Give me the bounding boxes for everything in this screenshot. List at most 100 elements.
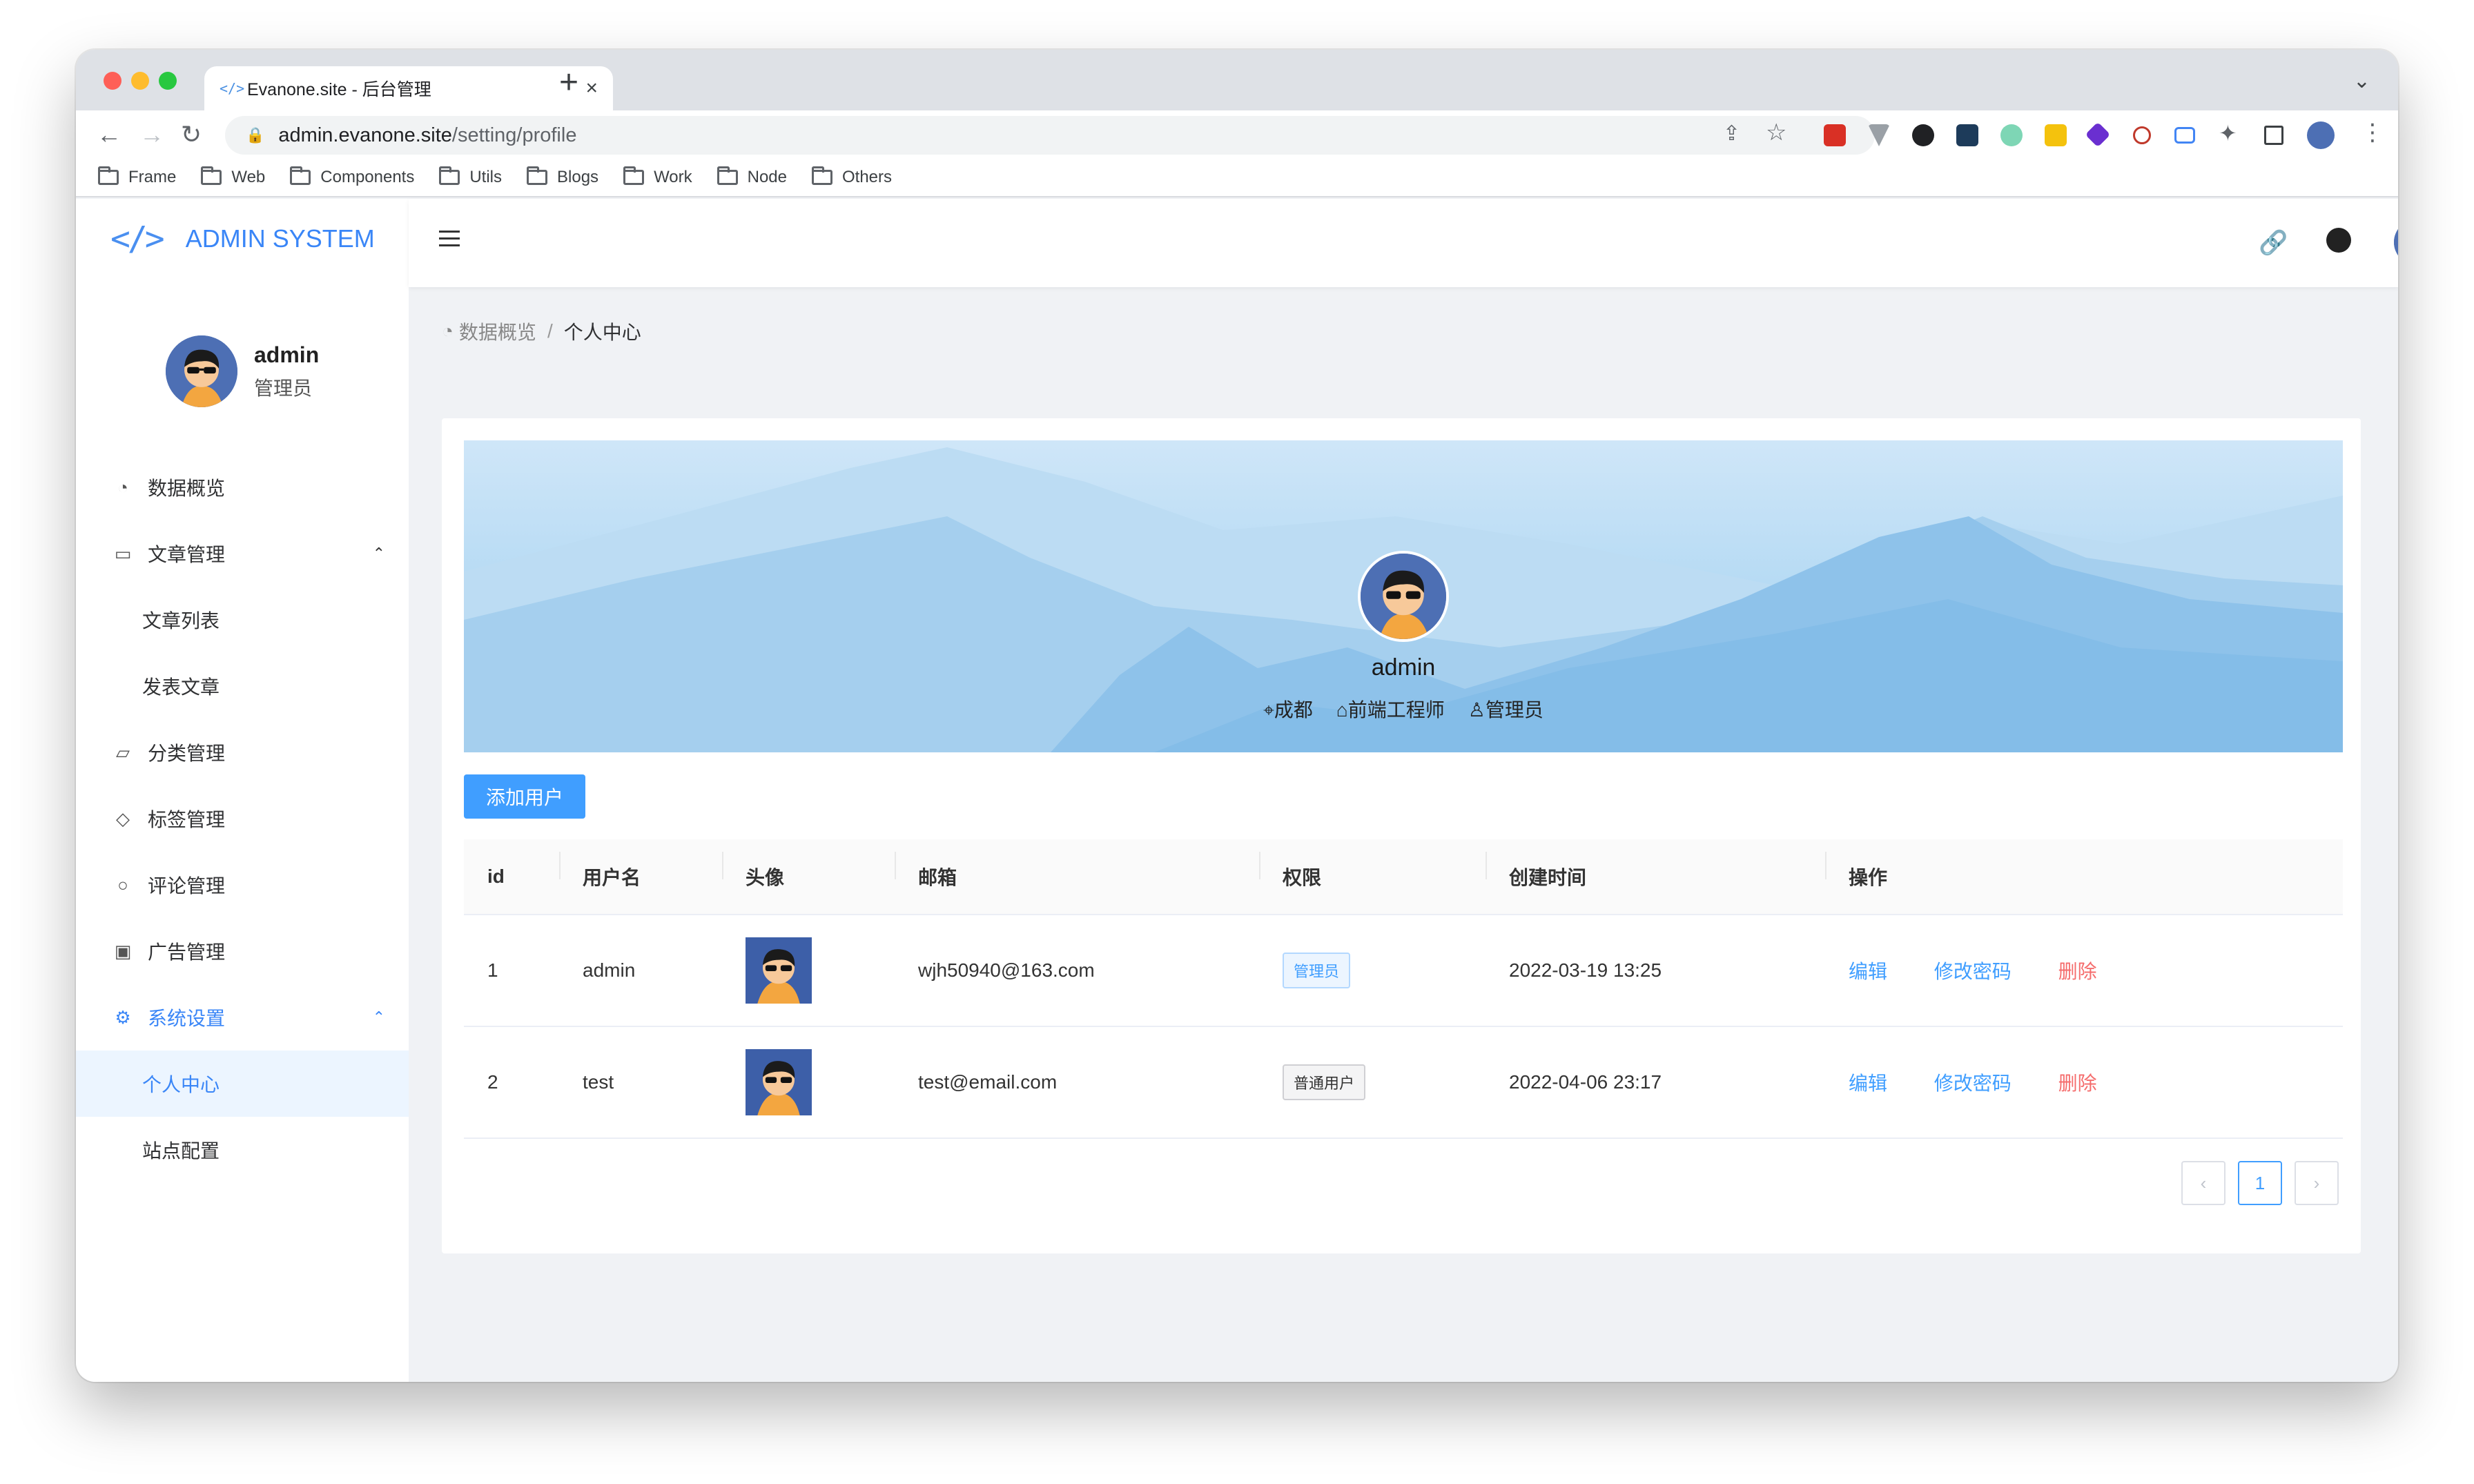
folder-icon	[439, 166, 460, 185]
column-header: 权限	[1259, 852, 1486, 890]
folder-icon	[717, 166, 738, 185]
user-table: id 用户名 头像 邮箱 权限 创建时间 操作 1 admin wjh50940…	[464, 839, 2343, 1139]
edit-link[interactable]: 编辑	[1849, 961, 1887, 982]
forward-icon[interactable]: →	[139, 120, 164, 149]
extension-tab-icon[interactable]	[2174, 127, 2195, 144]
bookmark-folder[interactable]: Components	[290, 166, 414, 187]
side-panel-icon[interactable]	[2264, 126, 2283, 145]
extension-fe-icon[interactable]	[1824, 124, 1846, 146]
role-badge: 管理员	[1283, 953, 1351, 988]
sidebar-item-articles[interactable]: ▭ 文章管理 ⌃	[76, 520, 409, 587]
minimize-window-button[interactable]	[131, 72, 149, 90]
sidebar-item-publish-article[interactable]: 发表文章	[76, 653, 409, 719]
sidebar-item-dashboard[interactable]: ◔ 数据概览	[76, 454, 409, 520]
profile-avatar	[1358, 551, 1449, 642]
column-header: 用户名	[559, 852, 722, 890]
cell-username: test	[583, 1071, 614, 1093]
edit-link[interactable]: 编辑	[1849, 1073, 1887, 1094]
new-tab-icon[interactable]: +	[559, 64, 578, 101]
bookmarks-bar: Frame Web Components Utils Blogs Work No…	[76, 159, 2398, 197]
change-password-link[interactable]: 修改密码	[1934, 961, 2012, 982]
prev-page-button[interactable]: ‹	[2181, 1161, 2225, 1205]
sidebar-item-comments[interactable]: ○ 评论管理	[76, 852, 409, 918]
logo[interactable]: </> ADMIN SYSTEM	[110, 219, 375, 258]
collapse-menu-icon[interactable]	[439, 231, 460, 251]
delete-link[interactable]: 删除	[2058, 961, 2097, 982]
extensions-puzzle-icon[interactable]: ✦	[2219, 120, 2237, 146]
bookmark-folder[interactable]: Blogs	[527, 166, 598, 187]
folder-icon	[201, 166, 222, 185]
cell-avatar	[722, 937, 895, 1004]
folder-icon	[812, 166, 832, 185]
back-icon[interactable]: ←	[97, 120, 121, 149]
sidebar-item-article-list[interactable]: 文章列表	[76, 587, 409, 653]
github-icon[interactable]	[2326, 228, 2351, 253]
sidebar-item-categories[interactable]: ▱ 分类管理	[76, 719, 409, 785]
sidebar-item-profile[interactable]: 个人中心	[76, 1051, 409, 1117]
table-row: 2 test test@email.com 普通用户 2022-04-06 23…	[464, 1027, 2343, 1139]
change-password-link[interactable]: 修改密码	[1934, 1073, 2012, 1094]
profile-avatar-icon[interactable]	[2307, 121, 2335, 149]
share-icon[interactable]: ⇪	[1723, 121, 1740, 146]
tab-search-chevron-icon[interactable]: ⌄	[2353, 69, 2370, 93]
extension-clock-icon[interactable]	[2133, 126, 2151, 144]
close-window-button[interactable]	[104, 72, 121, 90]
bookmark-folder[interactable]: Frame	[98, 166, 176, 187]
profile-card: admin ⌖成都 ⌂前端工程师 ♙管理员 添加用户 id 用户名 头像 邮箱 …	[442, 418, 2361, 1253]
comment-icon: ○	[117, 874, 128, 895]
extension-react-icon[interactable]	[1956, 124, 1978, 146]
app-title: ADMIN SYSTEM	[185, 224, 375, 253]
breadcrumb-separator: /	[547, 320, 553, 342]
tab-strip: </> Evanone.site - 后台管理 × + ⌄	[76, 50, 2398, 110]
breadcrumb: ◔ 数据概览 / 个人中心	[442, 318, 641, 345]
user-avatar-thumbnail	[746, 937, 812, 1004]
add-user-button[interactable]: 添加用户	[464, 774, 585, 819]
bookmark-folder[interactable]: Node	[717, 166, 787, 187]
bookmark-folder[interactable]: Utils	[439, 166, 502, 187]
dashboard-icon: ◔	[117, 476, 128, 498]
profile-job: ⌂前端工程师	[1336, 699, 1445, 721]
chrome-menu-icon[interactable]: ⋮	[2361, 119, 2384, 146]
header-avatar[interactable]	[2394, 219, 2398, 265]
bookmark-star-icon[interactable]: ☆	[1766, 119, 1786, 146]
url-host: admin.evanone.site	[278, 124, 452, 146]
sidebar-item-ads[interactable]: ▣ 广告管理	[76, 918, 409, 984]
next-page-button[interactable]: ›	[2295, 1161, 2339, 1205]
extension-green-icon[interactable]	[2000, 124, 2023, 146]
address-bar[interactable]: 🔒 admin.evanone.site/setting/profile	[225, 116, 1875, 155]
top-header: 🔗	[409, 199, 2398, 287]
reload-icon[interactable]: ↻	[181, 120, 202, 149]
sidebar: </> ADMIN SYSTEM admin 管理员 ◔ 数据概览 ▭ 文章管理…	[76, 199, 409, 1382]
breadcrumb-current: 个人中心	[563, 322, 641, 343]
column-header: 操作	[1825, 852, 2343, 890]
folder-icon	[98, 166, 119, 185]
tab-favicon-icon: </>	[220, 80, 245, 97]
sidebar-item-site-config[interactable]: 站点配置	[76, 1117, 409, 1183]
page-number-button[interactable]: 1	[2238, 1161, 2282, 1205]
extension-angular-icon[interactable]	[1912, 124, 1934, 146]
cell-created: 2022-04-06 23:17	[1509, 1071, 1662, 1093]
profile-meta: ⌖成都 ⌂前端工程师 ♙管理员	[464, 695, 2343, 723]
zoom-window-button[interactable]	[159, 72, 177, 90]
bookmark-folder[interactable]: Work	[623, 166, 692, 187]
breadcrumb-home[interactable]: 数据概览	[459, 318, 536, 345]
cell-email: test@email.com	[918, 1071, 1058, 1093]
sidebar-item-tags[interactable]: ◇ 标签管理	[76, 785, 409, 852]
setting-icon: ⚙	[115, 1006, 131, 1028]
document-icon: ▭	[114, 543, 132, 564]
sidebar-user-card: admin 管理员	[166, 335, 319, 407]
profile-banner: admin ⌖成都 ⌂前端工程师 ♙管理员	[464, 440, 2343, 752]
sidebar-item-settings[interactable]: ⚙ 系统设置 ⌃	[76, 984, 409, 1051]
bookmark-folder[interactable]: Web	[201, 166, 265, 187]
table-row: 1 admin wjh50940@163.com 管理员 2022-03-19 …	[464, 915, 2343, 1027]
extension-purple-icon[interactable]	[2085, 121, 2111, 148]
admin-app: </> ADMIN SYSTEM admin 管理员 ◔ 数据概览 ▭ 文章管理…	[76, 199, 2398, 1382]
browser-tab[interactable]: </> Evanone.site - 后台管理 ×	[204, 66, 613, 110]
delete-link[interactable]: 删除	[2058, 1073, 2097, 1094]
link-icon[interactable]: 🔗	[2259, 229, 2288, 257]
user-avatar-thumbnail	[746, 1049, 812, 1115]
folder-icon	[623, 166, 645, 185]
close-tab-icon[interactable]: ×	[585, 77, 598, 100]
bookmark-folder[interactable]: Others	[812, 166, 892, 187]
extension-download-icon[interactable]	[2045, 124, 2067, 146]
